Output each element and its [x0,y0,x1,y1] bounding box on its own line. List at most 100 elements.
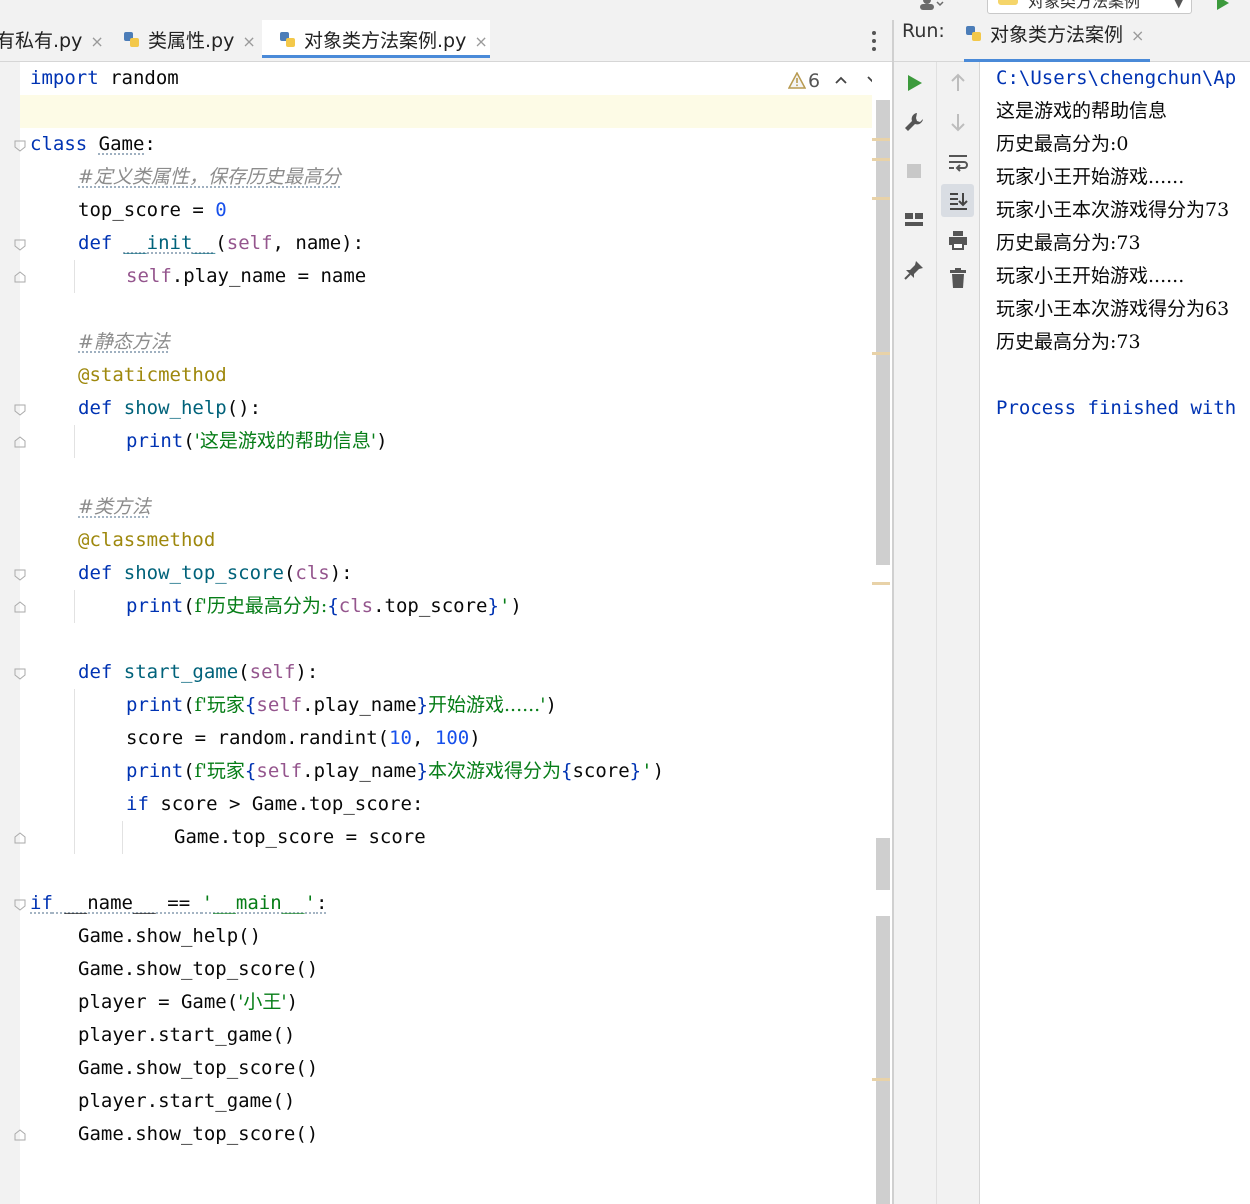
code-text: Game.top_score = score [174,826,426,848]
self-param: self [256,760,303,782]
code-line: top_score = 0 [78,194,227,227]
code-text: , name): [272,232,365,254]
run-configuration-dropdown[interactable]: 对象类方法案例 ▼ [987,0,1192,14]
brace: } [487,595,499,617]
close-icon[interactable]: × [90,32,103,51]
keyword: if [126,793,149,815]
code-line: Game.show_help() [78,920,261,953]
close-icon[interactable]: × [242,32,255,51]
code-text: Game.show_top_score() [78,958,319,980]
console-line: Process finished with [996,397,1237,419]
warning-marker[interactable] [872,197,890,200]
warning-icon[interactable] [788,72,806,89]
print-icon[interactable] [946,228,970,252]
fold-icon[interactable] [14,601,26,613]
code-text: , [412,727,435,749]
python-file-icon [124,32,139,47]
soft-wrap-icon[interactable] [946,150,970,174]
tab-class-attributes[interactable]: 类属性.py × [122,20,256,61]
warning-marker[interactable] [872,1078,890,1081]
run-icon[interactable] [1215,0,1231,10]
self-param: self [126,265,172,287]
fold-icon[interactable] [14,271,26,283]
function-name: start_game [123,661,239,683]
code-text: random [98,67,179,89]
trash-icon[interactable] [946,266,970,290]
code-line: player.start_game() [78,1019,295,1052]
warning-marker[interactable] [872,352,890,355]
wrench-icon[interactable] [902,110,926,134]
current-line-highlight [20,95,872,128]
fold-icon[interactable] [14,239,26,251]
fold-icon[interactable] [14,436,26,448]
inspection-widget[interactable]: 6 [786,68,886,96]
layout-icon[interactable] [902,208,926,232]
builtin: print [126,760,184,782]
fold-icon[interactable] [14,404,26,416]
scroll-to-end-icon[interactable] [946,189,970,213]
stop-icon[interactable] [902,159,926,183]
tab-object-class-methods[interactable]: 对象类方法案例.py × [262,20,490,58]
python-file-icon [280,32,295,47]
console-line: 玩家小王本次游戏得分为63 [996,298,1230,320]
close-icon[interactable]: × [474,32,487,51]
code-line: import random [30,62,179,95]
string: '这是游戏的帮助信息' [194,430,377,452]
brace: } [629,760,642,782]
editor-tab-bar: 有私有.py × 类属性.py × 对象类方法案例.py × [0,20,892,62]
code-text: Game.show_help() [78,925,262,947]
scrollbar-thumb[interactable] [876,100,890,565]
self-param: self [256,694,303,716]
class-name: Game [98,133,145,155]
fold-icon[interactable] [14,140,26,152]
comment-line: #类方法 [78,491,151,524]
fold-icon[interactable] [14,899,26,911]
run-config-label: 对象类方法案例 [1028,0,1141,11]
code-line: Game.show_top_score() [78,953,318,986]
console-line: 历史最高分为:73 [996,232,1141,254]
fold-icon[interactable] [14,1129,26,1141]
pin-icon[interactable] [902,258,926,282]
run-tab[interactable]: 对象类方法案例 × [964,20,1151,62]
code-line: @classmethod [78,524,215,557]
console-line: 这是游戏的帮助信息 [996,100,1168,122]
code-text: ) [286,991,299,1013]
fold-icon[interactable] [14,668,26,680]
tab-label: 有私有.py [0,30,83,52]
code-text: Game.show_top_score() [78,1123,319,1145]
editor-gutter [0,62,20,1204]
code-text: ( [183,694,195,716]
code-line: Game.show_top_score() [78,1052,318,1085]
run-tab-label: 对象类方法案例 [990,24,1124,46]
scrollbar-thumb[interactable] [876,838,890,890]
code-text: Game.show_top_score() [78,1057,319,1079]
warning-marker[interactable] [872,158,890,161]
chevron-up-icon[interactable] [834,74,848,86]
close-icon[interactable]: × [1131,26,1144,45]
keyword: import [30,67,99,89]
indent-guide [74,689,75,854]
scrollbar-thumb[interactable] [876,916,890,1204]
arrow-up-icon[interactable] [946,71,970,95]
code-line: print('这是游戏的帮助信息') [126,425,388,458]
tab-private[interactable]: 有私有.py × [0,20,104,61]
brace: { [244,694,257,716]
code-line: print(f'玩家{self.play_name}本次游戏得分为{score}… [126,755,664,788]
arrow-down-icon[interactable] [946,110,970,134]
code-line: player.start_game() [78,1085,295,1118]
user-account-icon[interactable] [918,0,944,10]
more-options-icon[interactable] [866,28,882,54]
code-text: ) [545,694,557,716]
warning-marker[interactable] [872,582,890,585]
fold-icon[interactable] [14,832,26,844]
fold-icon[interactable] [14,569,26,581]
keyword: def [78,232,113,254]
rerun-icon[interactable] [902,71,926,95]
keyword: def [78,397,113,419]
builtin: print [126,430,184,452]
decorator: @staticmethod [78,364,227,386]
self-param: self [249,661,296,683]
warning-marker[interactable] [872,138,890,141]
code-text: ( [183,595,195,617]
run-console-output[interactable]: C:\Users\chengchun\Ap 这是游戏的帮助信息 历史最高分为:0… [980,62,1250,1204]
